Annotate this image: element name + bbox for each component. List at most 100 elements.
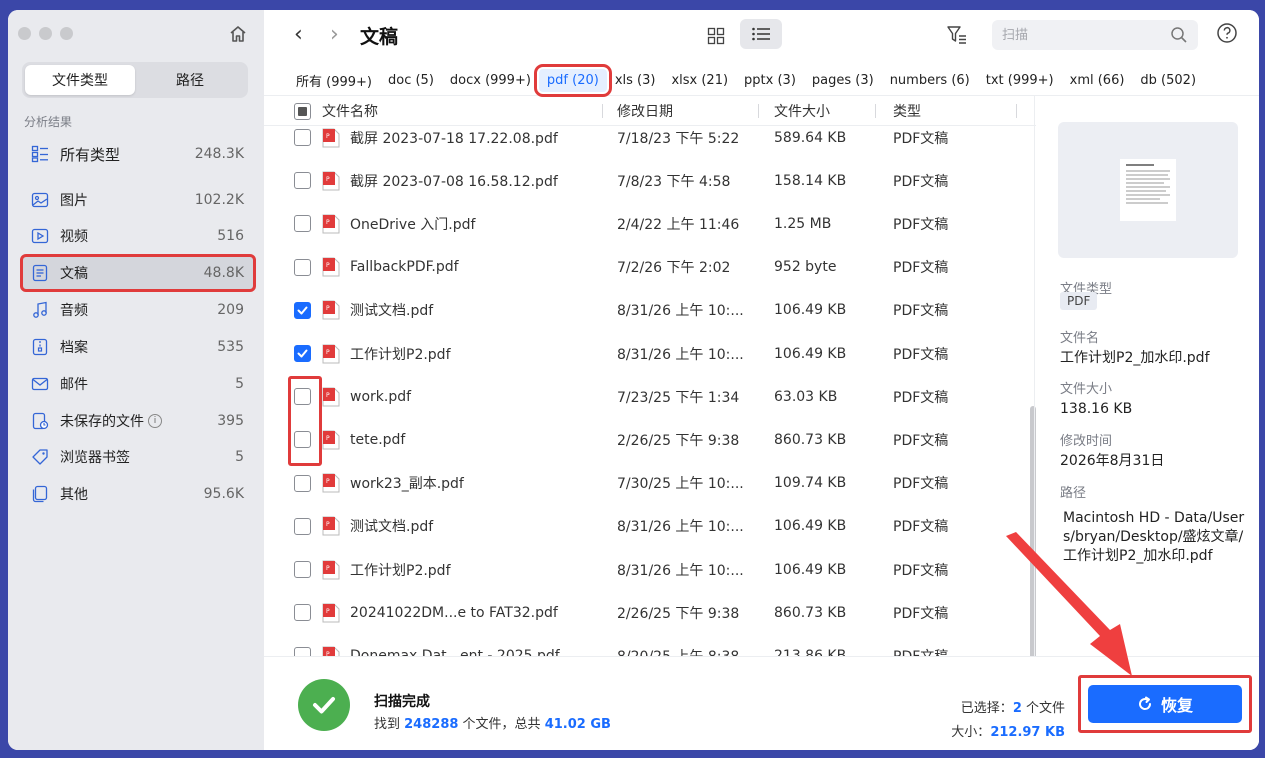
seg-path[interactable]: 路径 xyxy=(135,65,245,95)
scan-status-title: 扫描完成 xyxy=(374,694,430,710)
recover-highlight: 恢复 xyxy=(1078,675,1252,733)
svg-text:P: P xyxy=(326,349,330,356)
row-checkbox[interactable] xyxy=(294,474,311,492)
summary-text: 个文件，总共 xyxy=(458,717,545,732)
back-button[interactable]: ‹ xyxy=(294,22,303,47)
sidebar-item-videos[interactable]: 视频 516 xyxy=(22,219,254,253)
sidebar-item-label: 文稿 xyxy=(60,266,88,282)
preview-mtime-value: 2026年8月31日 xyxy=(1060,453,1165,469)
sidebar-item-unsaved-files[interactable]: 未保存的文件 i 395 xyxy=(22,404,254,438)
file-table: 文件名称 修改日期 文件大小 类型 P 截屏 2023-07-18 17.22.0… xyxy=(264,96,1036,656)
tab-numbers[interactable]: numbers (6) xyxy=(882,69,978,92)
row-checkbox[interactable] xyxy=(294,345,311,362)
tab-txt[interactable]: txt (999+) xyxy=(978,69,1062,92)
tab-pptx[interactable]: pptx (3) xyxy=(736,69,804,92)
row-checkbox[interactable] xyxy=(294,301,311,319)
sidebar-item-all-types[interactable]: 所有类型 248.3K xyxy=(22,137,254,171)
row-checkbox[interactable] xyxy=(294,561,311,578)
sidebar-item-count: 48.8K xyxy=(203,265,244,281)
recover-button[interactable]: 恢复 xyxy=(1088,685,1242,723)
svg-text:P: P xyxy=(326,305,330,312)
row-checkbox[interactable] xyxy=(294,129,311,146)
tab-xml[interactable]: xml (66) xyxy=(1062,69,1133,92)
pdf-file-icon: P xyxy=(322,214,340,234)
svg-text:P: P xyxy=(326,262,330,269)
cell-file-name: 工作计划P2.pdf xyxy=(350,346,451,363)
tab-doc[interactable]: doc (5) xyxy=(380,69,442,92)
table-row[interactable]: P 测试文档.pdf 8/31/26 上午 10:... 106.49 KB PDF文稿 xyxy=(264,289,1036,332)
table-row[interactable]: P OneDrive 入门.pdf 2/4/22 上午 11:46 1.25 MB PD… xyxy=(264,202,1036,245)
tab-docx[interactable]: docx (999+) xyxy=(442,69,539,92)
cell-file-type: PDF文稿 xyxy=(893,303,949,320)
cell-file-type: PDF文稿 xyxy=(893,562,949,579)
cell-file-name: 测试文档.pdf xyxy=(350,303,434,320)
search-icon[interactable] xyxy=(1170,26,1188,48)
tab-db[interactable]: db (502) xyxy=(1132,69,1204,92)
close-window-button[interactable] xyxy=(18,27,31,40)
search-input[interactable] xyxy=(992,20,1162,50)
tab-xls[interactable]: xls (3) xyxy=(607,69,664,92)
checkmark-icon xyxy=(297,349,308,358)
sidebar-item-count: 5 xyxy=(235,449,244,465)
home-icon[interactable] xyxy=(228,24,248,44)
sidebar-item-label-wrap: 未保存的文件 i xyxy=(60,411,217,431)
row-checkbox[interactable] xyxy=(294,258,311,276)
sidebar-item-images[interactable]: 图片 102.2K xyxy=(22,183,254,217)
sidebar-item-audio[interactable]: 音频 209 xyxy=(22,293,254,327)
cell-modified-date: 7/23/25 下午 1:34 xyxy=(617,389,740,406)
grid-view-button[interactable] xyxy=(702,22,730,50)
cell-file-name: 工作计划P2.pdf xyxy=(350,562,451,579)
cell-file-size: 213.86 KB xyxy=(774,647,847,656)
cell-file-name: 测试文档.pdf xyxy=(350,519,434,536)
list-view-button[interactable] xyxy=(740,19,782,49)
table-row[interactable]: P 测试文档.pdf 8/31/26 上午 10:... 106.49 KB PDF文稿 xyxy=(264,505,1036,548)
seg-file-types[interactable]: 文件类型 xyxy=(25,65,135,95)
sidebar-item-label: 未保存的文件 xyxy=(60,414,144,430)
help-icon[interactable] xyxy=(1216,22,1240,46)
tab-xlsx[interactable]: xlsx (21) xyxy=(663,69,736,92)
row-checkbox[interactable] xyxy=(294,172,311,190)
info-icon[interactable]: i xyxy=(148,414,162,428)
table-row[interactable]: Pwork23_副本.pdf 7/30/25 上午 10:... 109.74 KB… xyxy=(264,462,1036,505)
sidebar-item-documents[interactable]: 文稿 48.8K xyxy=(20,254,256,292)
table-row[interactable]: P 截屏 2023-07-08 16.58.12.pdf 7/8/23 下午 4:5… xyxy=(264,159,1036,202)
cell-modified-date: 2/4/22 上午 11:46 xyxy=(617,216,740,233)
sidebar-item-mail[interactable]: 邮件 5 xyxy=(22,367,254,401)
section-label: 分析结果 xyxy=(24,115,73,129)
sidebar-item-label: 图片 xyxy=(60,193,88,209)
sidebar-item-label: 浏览器书签 xyxy=(60,450,130,466)
table-row[interactable]: Pwork.pdf 7/23/25 下午 1:34 63.03 KB PDF文稿 xyxy=(264,375,1036,418)
row-checkbox[interactable] xyxy=(294,517,311,535)
archive-icon xyxy=(30,337,50,357)
tab-pages[interactable]: pages (3) xyxy=(804,69,882,92)
row-checkbox[interactable] xyxy=(294,604,311,622)
zoom-window-button[interactable] xyxy=(60,27,73,40)
extension-tabs: 所有 (999+) doc (5) docx (999+) pdf (20) x… xyxy=(264,64,1259,97)
tab-pdf[interactable]: pdf (20) xyxy=(533,64,612,97)
sidebar-item-other[interactable]: 其他 95.6K xyxy=(22,477,254,511)
table-row[interactable]: P Donemax Dat...ent - 2025.pdf 8/20/25 上午 … xyxy=(264,634,1036,656)
svg-text:P: P xyxy=(326,219,330,226)
pdf-file-icon: P xyxy=(322,344,340,363)
pdf-file-icon: P xyxy=(322,300,340,320)
sidebar-item-archives[interactable]: 档案 535 xyxy=(22,330,254,364)
app-window: 文件类型 路径 分析结果 所有类型 248.3K 图片 102.2K 视频 51… xyxy=(8,10,1259,750)
cell-file-size: 860.73 KB xyxy=(774,431,847,448)
table-row[interactable]: P 工作计划P2.pdf 8/31/26 上午 10:... 106.49 KB PDF… xyxy=(264,332,1036,375)
tab-all[interactable]: 所有 (999+) xyxy=(288,67,380,94)
filter-icon[interactable] xyxy=(946,24,968,46)
sidebar-item-label: 其他 xyxy=(60,487,88,503)
sidebar-item-bookmarks[interactable]: 浏览器书签 5 xyxy=(22,440,254,474)
selected-size: 212.97 KB xyxy=(990,725,1065,740)
minimize-window-button[interactable] xyxy=(39,27,52,40)
grid-icon xyxy=(707,27,725,45)
cell-modified-date: 2/26/25 下午 9:38 xyxy=(617,432,740,449)
table-row[interactable]: Ptete.pdf 2/26/25 下午 9:38 860.73 KB PDF文稿 xyxy=(264,418,1036,461)
table-row[interactable]: P 截屏 2023-07-18 17.22.08.pdf 7/18/23 下午 5:… xyxy=(264,116,1036,159)
row-checkbox[interactable] xyxy=(294,647,311,656)
table-row[interactable]: P FallbackPDF.pdf 7/2/26 下午 2:02 952 byte PD… xyxy=(264,246,1036,289)
row-checkbox[interactable] xyxy=(294,215,311,233)
forward-button[interactable]: › xyxy=(330,22,339,47)
table-row[interactable]: P 20241022DM...e to FAT32.pdf 2/26/25 下午 9… xyxy=(264,591,1036,634)
table-row[interactable]: P 工作计划P2.pdf 8/31/26 上午 10:... 106.49 KB PDF… xyxy=(264,548,1036,591)
